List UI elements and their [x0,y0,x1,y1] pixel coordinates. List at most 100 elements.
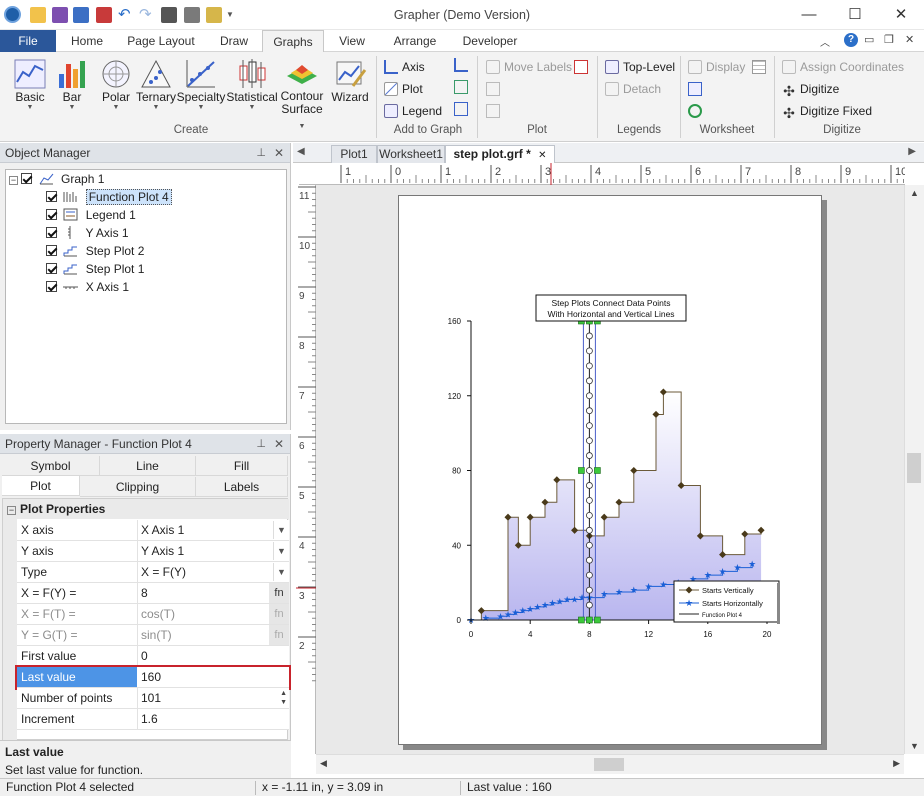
plot-dis-icon-2[interactable] [486,104,500,118]
tab-draw[interactable]: Draw [210,30,258,52]
visibility-checkbox[interactable] [46,209,57,220]
collapse-icon[interactable]: − [9,176,18,185]
type-select[interactable]: X = F(Y) [141,565,186,579]
tree-item-step-plot-2[interactable]: Step Plot 2 [6,242,286,260]
tree-item-step-plot-1[interactable]: Step Plot 1 [6,260,286,278]
tree-item-y-axis-1[interactable]: Y Axis 1 [6,224,286,242]
close-panel-icon[interactable]: ✕ [274,434,284,454]
move-labels-button[interactable]: Move Labels [486,57,572,77]
tab-home[interactable]: Home [62,30,112,52]
tab-page-layout[interactable]: Page Layout [120,30,202,52]
scroll-thumb[interactable] [594,758,624,771]
add-plot-sub-icon[interactable] [454,80,468,94]
tab-scroll-right-icon[interactable]: ▶ [908,146,916,157]
add-legend-button[interactable]: Legend [384,101,442,121]
scroll-right-icon[interactable]: ▶ [893,758,900,769]
visibility-checkbox[interactable] [46,245,57,256]
last-value-input[interactable]: 160 [141,670,161,684]
collapse-ribbon-icon[interactable]: ︿ [820,34,830,49]
spinner-icon[interactable]: ▲ ▼ [280,689,287,707]
tab-graphs[interactable]: Graphs [262,30,324,53]
tree-item-x-axis-1[interactable]: X Axis 1 [6,278,286,296]
plot-action-icon[interactable] [574,60,588,74]
worksheet-copy-icon[interactable] [688,82,702,96]
number-of-points-input[interactable]: 101 [141,691,161,705]
detach-button[interactable]: Detach [605,79,661,99]
minimize-button[interactable]: — [786,0,832,30]
vertical-scrollbar[interactable]: ▲ ▼ [904,185,924,754]
plot-canvas[interactable]: ★★★★★★★★★★★★★★★★★★★★★★★★★★04080120160048… [316,185,904,754]
first-value-row[interactable]: First value 0 [17,646,289,667]
horizontal-scrollbar[interactable]: ◀ ▶ [316,754,904,774]
tab-developer[interactable]: Developer [456,30,524,52]
number-of-points-row[interactable]: Number of points 101 ▲ ▼ [17,688,289,709]
visibility-checkbox[interactable] [46,191,57,202]
tab-file[interactable]: File [0,30,56,52]
close-doc-icon[interactable]: ✕ [905,33,914,46]
pin-icon[interactable]: ⊥ [256,434,266,454]
doc-tab-plot1[interactable]: Plot1 [331,145,377,163]
restore-doc-icon[interactable]: ▭ [864,33,874,46]
tree-item-graph[interactable]: − Graph 1 [6,170,286,188]
tab-scroll-left-icon[interactable]: ◀ [297,146,305,157]
scroll-left-icon[interactable]: ◀ [320,758,327,769]
x-fy-row[interactable]: X = F(Y) = 8 fn [17,583,289,604]
restore-window-icon[interactable]: ❐ [884,33,894,46]
scroll-thumb[interactable] [907,453,921,483]
section-collapse-icon[interactable]: − [7,506,16,515]
chevron-down-icon[interactable]: ▼ [273,563,289,581]
increment-row[interactable]: Increment 1.6 [17,709,289,730]
worksheet-grid-icon[interactable] [752,60,766,74]
tab-view[interactable]: View [330,30,374,52]
y-axis-select[interactable]: Y Axis 1 [141,544,184,558]
chevron-down-icon[interactable]: ▼ [273,542,289,560]
doc-tab-worksheet1[interactable]: Worksheet1 [377,145,445,163]
scroll-up-icon[interactable]: ▲ [910,188,919,198]
tab-line[interactable]: Line [100,456,196,476]
maximize-button[interactable]: ☐ [832,0,878,30]
tab-symbol[interactable]: Symbol [2,456,100,476]
plot-dis-icon-1[interactable] [486,82,500,96]
display-button[interactable]: Display [688,57,745,77]
assign-coordinates-button[interactable]: Assign Coordinates [782,57,904,77]
close-button[interactable]: ✕ [878,0,924,30]
x-fy-input[interactable]: 8 [141,586,148,600]
visibility-checkbox[interactable] [46,281,57,292]
digitize-button[interactable]: ✣ Digitize [782,79,839,99]
add-plot-button[interactable]: Plot [384,79,423,99]
tree-item-function-plot-4[interactable]: Function Plot 4 [6,188,286,206]
add-axis-button[interactable]: Axis [384,57,425,77]
tree-item-legend-1[interactable]: Legend 1 [6,206,286,224]
top-level-button[interactable]: Top-Level [605,57,675,77]
plot-properties-section[interactable]: − Plot Properties [3,499,289,519]
y-axis-row[interactable]: Y axis Y Axis 1 ▼ [17,541,289,562]
tab-fill[interactable]: Fill [196,456,288,476]
add-axis-sub-icon[interactable] [454,58,468,72]
step-plot-chart[interactable]: ★★★★★★★★★★★★★★★★★★★★★★★★★★04080120160048… [399,196,823,746]
increment-input[interactable]: 1.6 [141,712,158,726]
digitize-fixed-button[interactable]: ✣ Digitize Fixed [782,101,872,121]
help-icon[interactable]: ? [844,33,858,47]
tab-plot[interactable]: Plot [2,476,80,496]
visibility-checkbox[interactable] [46,227,57,238]
tab-arrange[interactable]: Arrange [384,30,446,52]
scroll-down-icon[interactable]: ▼ [910,741,919,751]
doc-tab-step-plot[interactable]: step plot.grf * ✕ [445,145,555,163]
last-value-row[interactable]: Last value 160 [15,665,291,690]
close-tab-icon[interactable]: ✕ [538,150,546,161]
visibility-checkbox[interactable] [21,173,33,184]
visibility-checkbox[interactable] [46,263,57,274]
function-builder-button[interactable]: fn [269,583,289,603]
pin-icon[interactable]: ⊥ [256,143,266,163]
x-axis-select[interactable]: X Axis 1 [141,523,184,537]
chevron-down-icon[interactable]: ▼ [273,521,289,539]
first-value-input[interactable]: 0 [141,649,148,663]
legend-icon [384,104,398,118]
add-legend-sub-icon[interactable] [454,102,468,116]
tab-labels[interactable]: Labels [196,477,288,497]
tab-clipping[interactable]: Clipping [80,477,196,497]
worksheet-refresh-icon[interactable] [688,104,702,118]
x-axis-row[interactable]: X axis X Axis 1 ▼ [17,520,289,541]
type-row[interactable]: Type X = F(Y) ▼ [17,562,289,583]
close-panel-icon[interactable]: ✕ [274,143,284,163]
